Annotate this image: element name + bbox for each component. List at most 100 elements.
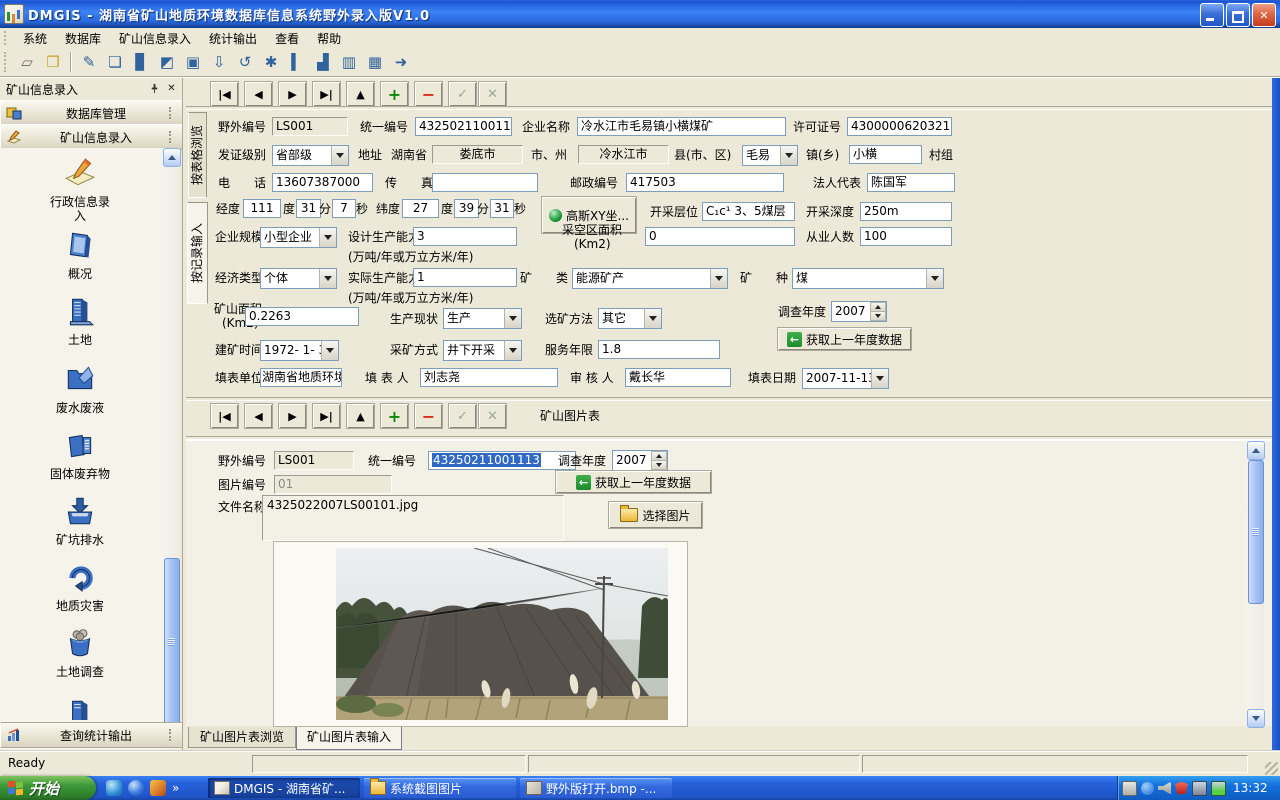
column-icon[interactable]: ▍ [285, 51, 309, 74]
license-input[interactable]: 4300000620321 [847, 117, 952, 136]
sidebar-item-wastewater[interactable]: 废水废液 [0, 362, 160, 415]
fax-input[interactable] [432, 173, 538, 192]
menubar-grip[interactable] [4, 31, 10, 45]
legal-input[interactable]: 陈国军 [867, 173, 955, 192]
keyboard-tray-icon[interactable] [1122, 781, 1137, 796]
menu-system[interactable]: 系统 [14, 28, 56, 49]
menu-mine-entry[interactable]: 矿山信息录入 [110, 28, 200, 49]
sidebar-item-land[interactable]: 土地 [0, 294, 160, 347]
start-button[interactable]: 开始 [0, 776, 96, 800]
drainage-icon[interactable]: ⇩ [207, 51, 231, 74]
tab-picture-input[interactable]: 矿山图片表输入 [296, 727, 402, 750]
nav-first-button[interactable]: |◀ [210, 81, 239, 107]
company-input[interactable]: 冷水江市毛易镇小横煤矿 [577, 117, 786, 136]
survey-year-spinner[interactable]: 2007 [831, 301, 887, 322]
pic-survey-year-spinner[interactable]: 2007 [612, 450, 668, 471]
latitude-min-input[interactable]: 39 [454, 199, 479, 218]
pic-nav-remove-button[interactable]: − [414, 403, 443, 429]
admin-entry-icon[interactable]: ✎ [77, 51, 101, 74]
stat-icon[interactable]: ▟ [311, 51, 335, 74]
pic-unified-no-input[interactable]: 43250211001113 [428, 451, 576, 470]
latitude-sec-input[interactable]: 31 [490, 199, 514, 218]
sidebar-group-database[interactable]: 数据库管理 [0, 100, 182, 126]
toolbar-grip[interactable] [4, 52, 10, 72]
taskbar-task-folder[interactable]: 系统截图图片 [364, 778, 516, 798]
design-capacity-input[interactable]: 3 [413, 227, 517, 246]
fetch-previous-year-button[interactable]: ←获取上一年度数据 [777, 327, 912, 351]
prod-status-combo[interactable]: 生产 [443, 308, 522, 329]
open-folder-icon[interactable]: ❒ [41, 51, 65, 74]
longitude-sec-input[interactable]: 7 [332, 199, 356, 218]
more-quick-launch-icon[interactable]: » [172, 780, 184, 796]
menu-database[interactable]: 数据库 [56, 28, 110, 49]
nav-prev-button[interactable]: ◀ [244, 81, 273, 107]
mining-layer-input[interactable]: C₁c¹ 3、5煤层 [702, 202, 795, 221]
sidebar-item-solid-waste[interactable]: 固体废弃物 [0, 428, 160, 481]
mine-area-input[interactable]: 0.2263 [245, 307, 359, 326]
beneficiation-combo[interactable]: 其它 [598, 308, 662, 329]
sidebar-scrollbar[interactable] [163, 148, 180, 800]
close-panel-icon[interactable]: ✕ [164, 81, 179, 96]
mining-method-combo[interactable]: 井下开采 [443, 340, 522, 361]
land-icon[interactable]: ▊ [129, 51, 153, 74]
nav-next-button[interactable]: ▶ [278, 81, 307, 107]
scroll-down-icon[interactable] [1247, 709, 1265, 728]
sidebar-item-land-survey[interactable]: 土地调查 [0, 626, 160, 679]
economy-combo[interactable]: 个体 [260, 268, 337, 289]
report-icon[interactable]: ▦ [363, 51, 387, 74]
picture-panel-scrollbar[interactable] [1247, 441, 1264, 726]
fill-unit-input[interactable]: 湖南省地质环境 [260, 368, 342, 387]
geohazard-icon[interactable]: ↺ [233, 51, 257, 74]
sidebar-item-overview[interactable]: 概况 [0, 228, 160, 281]
nav-last-button[interactable]: ▶| [312, 81, 341, 107]
cert-level-combo[interactable]: 省部级 [272, 145, 349, 166]
wastewater-icon[interactable]: ◩ [155, 51, 179, 74]
pic-nav-last-button[interactable]: ▶| [312, 403, 341, 429]
mine-kind-combo[interactable]: 煤 [792, 268, 944, 289]
longitude-deg-input[interactable]: 111 [243, 199, 281, 218]
pic-nav-next-button[interactable]: ▶ [278, 403, 307, 429]
exit-icon[interactable]: ➜ [389, 51, 413, 74]
longitude-min-input[interactable]: 31 [296, 199, 321, 218]
service-years-input[interactable]: 1.8 [598, 340, 720, 359]
taskbar-task-dmgis[interactable]: DMGIS - 湖南省矿... [208, 778, 360, 798]
goaf-area-input[interactable]: 0 [645, 227, 795, 246]
tab-record-input[interactable]: 按记录输入 [187, 202, 208, 304]
menu-view[interactable]: 查看 [266, 28, 308, 49]
restore-button[interactable] [1226, 3, 1250, 27]
sidebar-item-partial[interactable] [0, 696, 160, 720]
land-survey-icon[interactable]: ✱ [259, 51, 283, 74]
pic-nav-first-button[interactable]: |◀ [210, 403, 239, 429]
nav-add-button[interactable]: + [380, 81, 409, 107]
taskbar-task-paint[interactable]: 野外版打开.bmp -... [520, 778, 672, 798]
tab-picture-browse[interactable]: 矿山图片表浏览 [188, 727, 296, 748]
fill-person-input[interactable]: 刘志尧 [420, 368, 558, 387]
scrollbar-thumb[interactable] [164, 558, 180, 726]
new-document-icon[interactable]: ▱ [15, 51, 39, 74]
quick-launch-media-icon[interactable] [150, 780, 166, 796]
solid-waste-icon[interactable]: ▣ [181, 51, 205, 74]
sidebar-item-geohazard[interactable]: 地质灾害 [0, 560, 160, 613]
menu-stat-output[interactable]: 统计输出 [200, 28, 266, 49]
overview-icon[interactable]: ❏ [103, 51, 127, 74]
minimize-button[interactable] [1200, 3, 1224, 27]
sidebar-item-mine-drainage[interactable]: 矿坑排水 [0, 494, 160, 547]
close-button[interactable]: ✕ [1252, 3, 1276, 27]
volume-icon[interactable] [1158, 782, 1171, 795]
scroll-up-icon[interactable] [1247, 441, 1265, 460]
scroll-up-icon[interactable] [163, 148, 181, 167]
fill-date-combo[interactable]: 2007-11-13 [802, 368, 889, 389]
actual-capacity-input[interactable]: 1 [413, 268, 517, 287]
build-time-combo[interactable]: 1972- 1- 3 [260, 340, 339, 361]
nav-up-button[interactable]: ▲ [346, 81, 375, 107]
choose-picture-button[interactable]: 选择图片 [608, 501, 703, 529]
security-shield-icon[interactable] [1175, 782, 1188, 795]
nav-remove-button[interactable]: − [414, 81, 443, 107]
resize-grip[interactable] [1265, 762, 1278, 775]
language-bar-icon[interactable] [1141, 782, 1154, 795]
pic-nav-up-button[interactable]: ▲ [346, 403, 375, 429]
tab-grid-browse[interactable]: 按表格浏览 [188, 112, 207, 198]
pin-icon[interactable] [147, 81, 162, 96]
sidebar-item-admin-info[interactable]: 行政信息录入 [0, 156, 160, 223]
phone-input[interactable]: 13607387000 [272, 173, 373, 192]
